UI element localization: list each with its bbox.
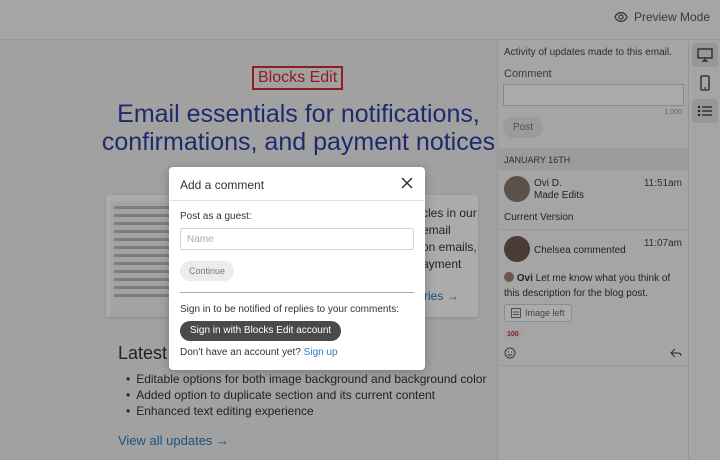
signin-button[interactable]: Sign in with Blocks Edit account <box>180 321 342 341</box>
signup-link[interactable]: Sign up <box>304 347 338 358</box>
close-icon[interactable] <box>400 176 414 190</box>
add-comment-dialog: Add a comment Post as a guest: Continue … <box>169 167 425 370</box>
dialog-header: Add a comment <box>169 167 425 201</box>
divider <box>180 292 414 293</box>
name-input[interactable] <box>180 228 414 250</box>
signup-prompt: Don't have an account yet? Sign up <box>180 347 338 358</box>
guest-label: Post as a guest: <box>180 211 252 222</box>
signup-prompt-text: Don't have an account yet? <box>180 347 304 358</box>
dialog-title: Add a comment <box>180 178 265 192</box>
continue-button[interactable]: Continue <box>180 261 235 281</box>
signin-note: Sign in to be notified of replies to you… <box>180 304 400 315</box>
